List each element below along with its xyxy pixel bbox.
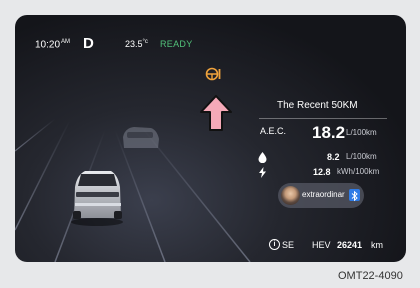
- bluetooth-icon: [349, 189, 360, 202]
- clock: 10:20AM: [35, 39, 71, 51]
- aec-label: A.E.C.: [260, 126, 287, 136]
- track-title: extraordinar: [302, 190, 345, 199]
- steering-wheel-warning-icon: [205, 67, 221, 81]
- aec-value: 18.2: [312, 123, 346, 142]
- album-art: [281, 186, 300, 205]
- fuel-economy-unit: L/100km: [346, 152, 377, 161]
- electric-economy-value: 12.8: [313, 167, 331, 177]
- vehicle-ahead: [123, 127, 159, 148]
- odometer-unit: km: [371, 240, 383, 250]
- stats-divider: [259, 118, 387, 119]
- info-icon: i: [269, 239, 280, 250]
- aec-unit: L/100km: [346, 128, 377, 137]
- arrow-up-callout-icon: [200, 95, 232, 131]
- fuel-economy-value: 8.2: [327, 152, 340, 162]
- lane-line-center-right: [114, 129, 166, 262]
- ready-indicator: READY: [160, 39, 193, 49]
- figure-caption: OMT22-4090: [338, 270, 403, 282]
- road-scene: [15, 118, 251, 262]
- compass-heading: SE: [282, 240, 295, 250]
- lightning-bolt-icon: [259, 167, 266, 178]
- stats-title: The Recent 50KM: [277, 100, 358, 111]
- outside-temperature: 23.5°c: [125, 39, 148, 49]
- fuel-drop-icon: [258, 152, 267, 163]
- lane-line-left: [15, 119, 71, 231]
- ego-vehicle: [71, 171, 123, 226]
- drive-mode: HEV: [312, 240, 331, 250]
- media-widget[interactable]: extraordinar: [278, 183, 364, 208]
- cluster-display: 10:20AM D 23.5°c READY The Recent 50KM A…: [15, 15, 406, 262]
- gear-indicator: D: [83, 35, 94, 52]
- electric-economy-unit: kWh/100km: [337, 167, 380, 176]
- lane-line-left-far: [15, 118, 56, 152]
- odometer-value: 26241: [337, 240, 363, 250]
